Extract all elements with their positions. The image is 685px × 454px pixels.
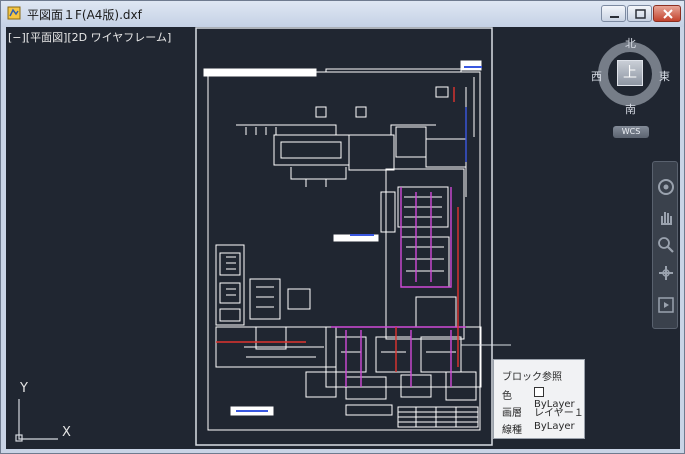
ucs-icon [15, 399, 58, 442]
app-window: 平図面１F(A4版).dxf [−][平面図][2D ワイヤフレーム] Y X … [0, 0, 685, 454]
pan-hand-icon[interactable] [656, 208, 676, 226]
block-reference-tooltip: ブロック参照 色 ByLayer 画層 レイヤー１ 線種 ByLayer [493, 359, 585, 439]
ucs-y-label: Y [20, 381, 28, 396]
title-bar[interactable]: 平図面１F(A4版).dxf [1, 1, 684, 27]
wcs-menu-button[interactable]: WCS [613, 126, 649, 138]
viewcube-south-label[interactable]: 南 [625, 101, 636, 117]
tooltip-layer-value: レイヤー１ [534, 408, 584, 419]
navigation-bar [652, 161, 678, 329]
viewcube-top-face[interactable]: 上 [617, 60, 643, 86]
steering-wheel-icon[interactable] [656, 178, 676, 196]
viewcube-north-label[interactable]: 北 [625, 35, 636, 51]
maximize-icon [635, 9, 646, 19]
drawing-viewport[interactable]: [−][平面図][2D ワイヤフレーム] Y X 北 南 東 西 上 WCS ブ… [6, 27, 680, 449]
tooltip-color-key: 色 [502, 391, 512, 402]
viewcube-east-label[interactable]: 東 [659, 68, 670, 84]
dxf-file-icon [7, 6, 21, 20]
minimize-icon [610, 16, 619, 18]
zoom-icon[interactable] [656, 236, 676, 254]
viewcube-west-label[interactable]: 西 [591, 68, 602, 84]
window-title: 平図面１F(A4版).dxf [27, 8, 142, 22]
tooltip-title: ブロック参照 [502, 372, 562, 383]
tooltip-layer-key: 画層 [502, 408, 522, 419]
showmotion-icon[interactable] [656, 296, 676, 314]
close-icon [663, 9, 673, 19]
tooltip-linetype-key: 線種 [502, 425, 522, 436]
maximize-button[interactable] [627, 5, 652, 22]
ucs-x-label: X [62, 425, 71, 440]
tooltip-linetype-value: ByLayer [534, 421, 575, 432]
minimize-button[interactable] [601, 5, 626, 22]
color-swatch-icon [534, 387, 544, 397]
close-button[interactable] [653, 5, 681, 22]
orbit-icon[interactable] [656, 264, 676, 282]
